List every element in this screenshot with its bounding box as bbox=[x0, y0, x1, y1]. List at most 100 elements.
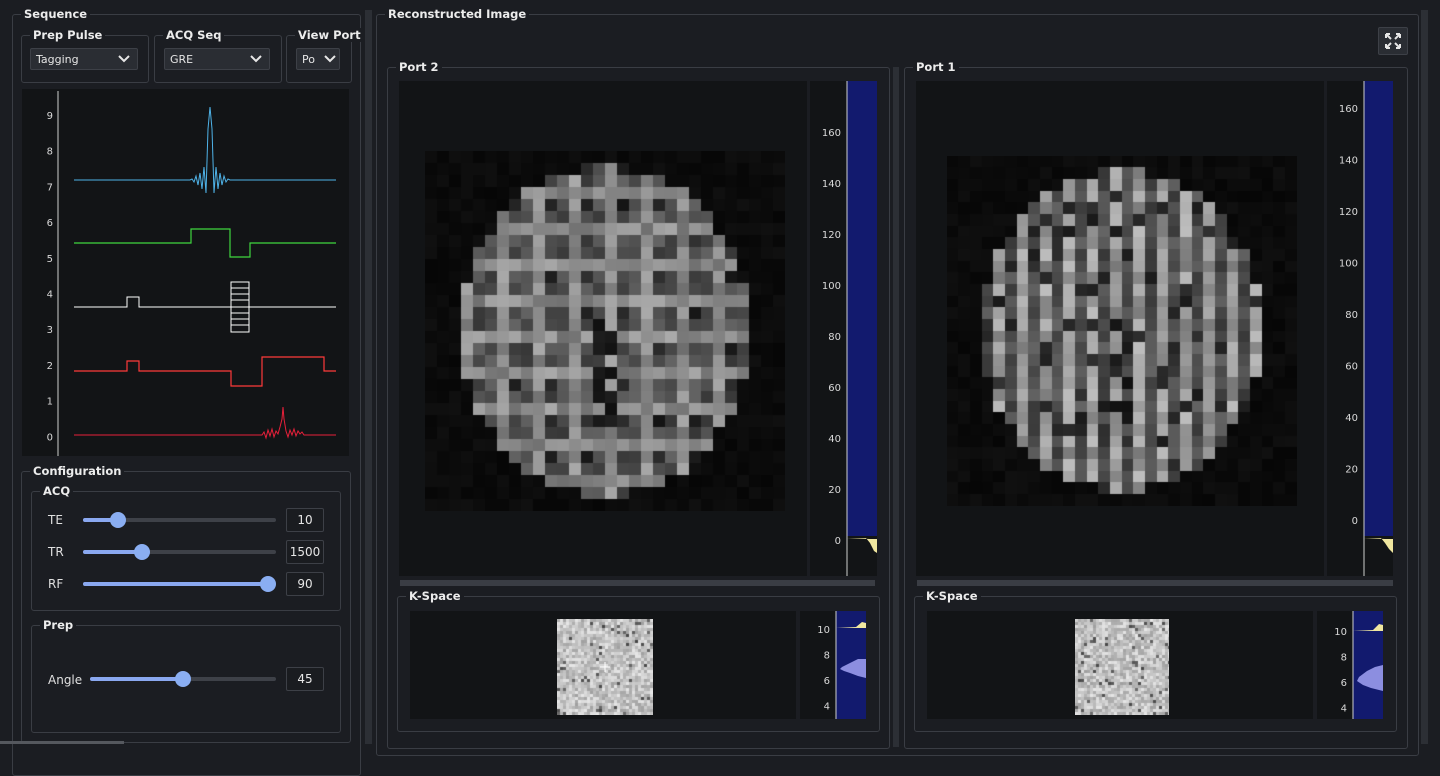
gx-waveform bbox=[74, 356, 336, 387]
port2-histogram-curve bbox=[847, 538, 877, 553]
port1-kspace-histogram: 10 8 6 4 bbox=[1317, 611, 1383, 719]
port2-histogram-tick: 80 bbox=[828, 332, 841, 343]
rf-slider-fill bbox=[83, 582, 268, 586]
te-slider-handle[interactable] bbox=[110, 512, 126, 528]
main-splitter[interactable] bbox=[365, 10, 372, 744]
sequence-title: Sequence bbox=[21, 7, 91, 21]
prep-params-title: Prep bbox=[40, 618, 77, 632]
port2-kspace-tick: 4 bbox=[824, 702, 830, 713]
port2-histogram-tick: 100 bbox=[822, 281, 841, 292]
port1-histogram-tick: 40 bbox=[1345, 413, 1358, 424]
port1-kspace-view[interactable] bbox=[927, 611, 1313, 719]
port1-kspace-title: K-Space bbox=[923, 589, 981, 603]
prep-pulse-dropdown[interactable]: Tagging bbox=[30, 48, 138, 70]
adc-waveform bbox=[74, 406, 336, 440]
acq-seq-label: ACQ Seq bbox=[163, 28, 225, 42]
rf-slider-handle[interactable] bbox=[260, 576, 276, 592]
acq-seq-value: GRE bbox=[170, 53, 194, 66]
gz-waveform bbox=[74, 228, 336, 258]
port1-histogram-tick: 60 bbox=[1345, 362, 1358, 373]
acq-seq-dropdown[interactable]: GRE bbox=[164, 48, 270, 70]
port2-histogram-tick: 140 bbox=[822, 179, 841, 190]
view-port-label: View Port bbox=[295, 28, 364, 42]
prep-pulse-value: Tagging bbox=[36, 53, 79, 66]
sequence-axis-tick: 1 bbox=[47, 397, 53, 408]
port1-histogram-tick: 80 bbox=[1345, 310, 1358, 321]
port1-histogram-bar bbox=[1364, 81, 1393, 536]
port1-histogram-curve bbox=[1364, 538, 1393, 553]
sequence-axis-tick: 6 bbox=[47, 218, 53, 229]
port2-histogram-bar bbox=[847, 81, 877, 536]
sequence-axis-tick: 0 bbox=[47, 432, 53, 443]
angle-slider-fill bbox=[90, 677, 183, 681]
port2-kspace-tick: 10 bbox=[817, 625, 830, 636]
ports-splitter[interactable] bbox=[893, 67, 899, 747]
tr-label: TR bbox=[48, 545, 64, 559]
configuration-title: Configuration bbox=[30, 464, 125, 478]
port2-kspace-tick: 8 bbox=[824, 651, 830, 662]
te-value-input[interactable]: 10 bbox=[286, 508, 324, 532]
port1-histogram-tick: 100 bbox=[1339, 259, 1358, 270]
expand-button[interactable] bbox=[1378, 27, 1408, 55]
port2-histogram-tick: 120 bbox=[822, 230, 841, 241]
port1-histogram-tick: 0 bbox=[1352, 516, 1358, 527]
port1-kspace-tick: 6 bbox=[1341, 678, 1347, 689]
port1-title: Port 1 bbox=[913, 60, 959, 74]
port1-histogram-tick: 20 bbox=[1345, 465, 1358, 476]
port2-kspace-title: K-Space bbox=[406, 589, 464, 603]
angle-label: Angle bbox=[48, 673, 83, 687]
port1-kspace-tick: 10 bbox=[1334, 627, 1347, 638]
port1-histogram-tick: 120 bbox=[1339, 207, 1358, 218]
chevron-down-icon bbox=[250, 55, 262, 63]
reconstructed-image-title: Reconstructed Image bbox=[385, 7, 530, 21]
sequence-axis-tick: 5 bbox=[47, 254, 53, 265]
rf-value-input[interactable]: 90 bbox=[286, 572, 324, 596]
prep-pulse-label: Prep Pulse bbox=[30, 28, 106, 42]
port1-kspace-tick: 8 bbox=[1341, 653, 1347, 664]
sequence-diagram: 9 8 7 6 5 4 3 2 1 0 bbox=[22, 89, 349, 456]
port2-kspace-histogram: 108642 bbox=[800, 611, 866, 719]
sequence-axis-tick: 7 bbox=[47, 182, 53, 193]
tr-value-input[interactable]: 1500 bbox=[286, 540, 324, 564]
port1-view-splitter[interactable] bbox=[917, 580, 1393, 586]
right-edge-scrollbar[interactable] bbox=[1421, 10, 1428, 744]
port2-histogram-tick: 20 bbox=[828, 485, 841, 496]
port1-histogram-tick: 140 bbox=[1339, 156, 1358, 167]
chevron-down-icon bbox=[118, 55, 130, 63]
port2-histogram-tick: 40 bbox=[828, 434, 841, 445]
port1-kspace-tick: 4 bbox=[1341, 704, 1347, 715]
rf-label: RF bbox=[48, 577, 64, 591]
port2-view-splitter[interactable] bbox=[400, 580, 875, 586]
sequence-axis-tick: 3 bbox=[47, 325, 53, 336]
tr-slider-handle[interactable] bbox=[134, 544, 150, 560]
port1-histogram-tick: 160 bbox=[1339, 104, 1358, 115]
port2-histogram-tick: 160 bbox=[822, 128, 841, 139]
view-port-value: Po bbox=[302, 53, 315, 66]
gy-waveform bbox=[74, 296, 336, 308]
port2-title: Port 2 bbox=[396, 60, 442, 74]
port1-kspace-image bbox=[1075, 619, 1169, 715]
port1-image-view[interactable] bbox=[916, 81, 1324, 576]
crosshair-icon bbox=[600, 662, 610, 672]
port2-kspace-view[interactable] bbox=[410, 611, 796, 719]
sequence-axis-tick: 2 bbox=[47, 361, 53, 372]
acq-params-title: ACQ bbox=[40, 484, 74, 498]
port2-image-view[interactable] bbox=[399, 81, 807, 576]
angle-slider-handle[interactable] bbox=[175, 671, 191, 687]
sequence-axis-tick: 4 bbox=[47, 290, 53, 301]
phase-encode-ladder bbox=[230, 281, 250, 333]
expand-arrows-icon bbox=[1385, 33, 1401, 49]
port2-histogram: 160 140 120 100 80 60 40 20 0 bbox=[810, 81, 877, 576]
port1-brain-image bbox=[947, 156, 1297, 506]
chevron-down-icon bbox=[324, 55, 336, 63]
rf-waveform bbox=[74, 106, 336, 194]
port2-histogram-tick: 60 bbox=[828, 383, 841, 394]
angle-value-input[interactable]: 45 bbox=[286, 667, 324, 691]
port2-brain-image bbox=[425, 151, 785, 511]
port2-histogram-tick: 0 bbox=[835, 536, 841, 547]
port1-histogram: 160 140 120 100 80 60 40 20 0 bbox=[1327, 81, 1393, 576]
port2-kspace-tick: 6 bbox=[824, 676, 830, 687]
view-port-dropdown[interactable]: Po bbox=[296, 48, 340, 70]
sequence-axis-tick: 9 bbox=[47, 111, 53, 122]
sequence-axis-tick: 8 bbox=[47, 147, 53, 158]
